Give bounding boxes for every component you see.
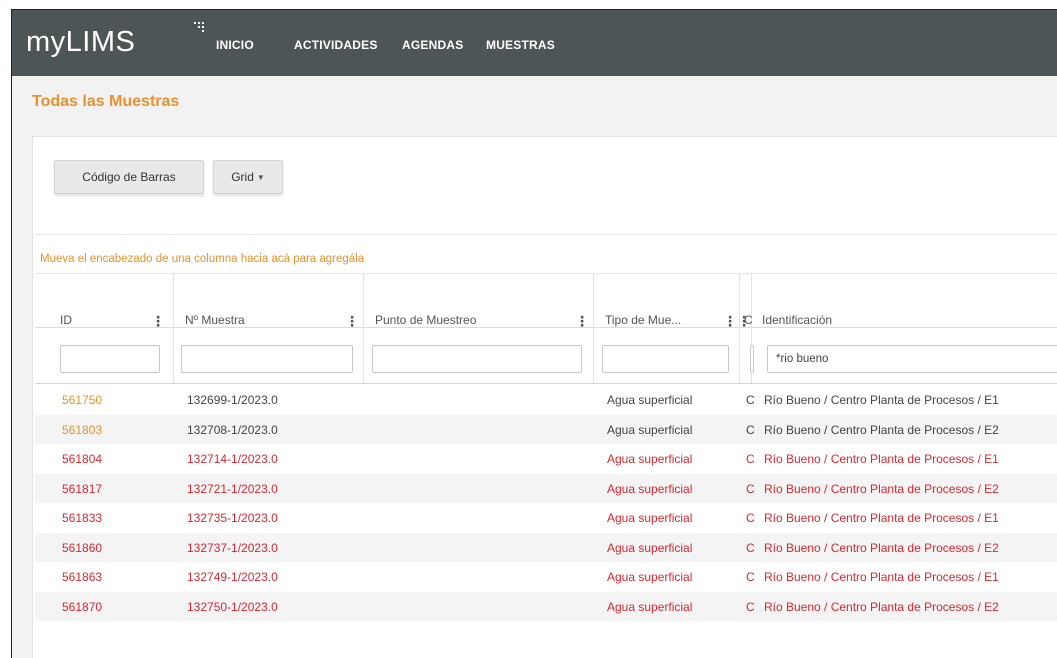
filter-id-input[interactable] xyxy=(60,345,160,373)
cell-identificacion: Río Bueno / Centro Planta de Procesos / … xyxy=(764,540,999,555)
cell-identificacion: Río Bueno / Centro Planta de Procesos / … xyxy=(764,599,999,614)
cell-n-muestra: 132714-1/2023.0 xyxy=(187,452,278,466)
cell-tipo-muestra: Agua superficial xyxy=(607,422,693,437)
cell-tipo-muestra: Agua superficial xyxy=(607,481,693,496)
cell-n-muestra: 132699-1/2023.0 xyxy=(187,393,278,407)
grid-dropdown-button[interactable]: Grid ▼ xyxy=(213,160,283,194)
table-row[interactable]: 561863 132749-1/2023.0 Agua superficial C Rí… xyxy=(35,562,1057,591)
cell-identificacion: Río Bueno / Centro Planta de Procesos / … xyxy=(764,570,999,584)
app-logo[interactable]: myLIMS xyxy=(26,26,135,59)
cell-c: C xyxy=(746,481,755,496)
nav-muestras[interactable]: MUESTRAS xyxy=(486,38,555,52)
cell-id[interactable]: 561803 xyxy=(62,423,102,437)
kebab-vertical-icon[interactable]: ⋮ xyxy=(345,313,359,330)
column-header-identificacion[interactable]: Identificación xyxy=(762,313,832,327)
column-header-tipo-muestra[interactable]: Tipo de Mue... xyxy=(605,313,681,327)
table-row[interactable]: 561803 132708-1/2023.0 Agua superficial C Rí… xyxy=(35,414,1057,444)
cell-n-muestra: 132708-1/2023.0 xyxy=(187,422,278,437)
barcode-button[interactable]: Código de Barras xyxy=(54,160,204,194)
cell-n-muestra: 132721-1/2023.0 xyxy=(187,481,278,496)
column-header-id[interactable]: ID xyxy=(60,313,72,327)
column-separator xyxy=(173,273,174,383)
cell-n-muestra: 132737-1/2023.0 xyxy=(187,540,278,555)
cell-tipo-muestra: Agua superficial xyxy=(607,452,693,466)
table-row[interactable]: 561833 132735-1/2023.0 Agua superficial C Rí… xyxy=(35,503,1057,532)
filter-n-muestra-input[interactable] xyxy=(181,345,353,373)
filter-identificacion-input[interactable] xyxy=(767,345,1057,373)
cell-tipo-muestra: Agua superficial xyxy=(607,393,693,407)
kebab-vertical-icon[interactable]: ⋮ xyxy=(575,313,589,330)
column-header-punto-muestreo[interactable]: Punto de Muestreo xyxy=(375,313,476,327)
cell-id[interactable]: 561860 xyxy=(62,541,102,555)
page-title: Todas las Muestras xyxy=(32,93,180,110)
cell-identificacion: Río Bueno / Centro Planta de Procesos / … xyxy=(764,393,999,407)
nav-actividades[interactable]: ACTIVIDADES xyxy=(294,38,378,52)
cell-c: C xyxy=(746,570,755,584)
cell-c: C xyxy=(746,452,755,466)
cell-identificacion: Río Bueno / Centro Planta de Procesos / … xyxy=(764,422,999,437)
cell-n-muestra: 132749-1/2023.0 xyxy=(187,570,278,584)
cell-id[interactable]: 561863 xyxy=(62,570,102,584)
cell-id[interactable]: 561817 xyxy=(62,482,102,496)
cell-id[interactable]: 561804 xyxy=(62,452,102,466)
barcode-button-label: Código de Barras xyxy=(82,170,176,184)
group-hint: Mueva el encabezado de una columna hacia… xyxy=(40,253,365,265)
column-header-n-muestra[interactable]: Nº Muestra xyxy=(185,313,245,327)
app-window: myLIMS INICIO ACTIVIDADES AGENDAS MUESTR… xyxy=(11,9,1057,658)
column-header-c[interactable]: C xyxy=(744,313,753,327)
cell-identificacion: Río Bueno / Centro Planta de Procesos / … xyxy=(764,481,999,496)
cell-identificacion: Río Bueno / Centro Planta de Procesos / … xyxy=(764,452,999,466)
cell-c: C xyxy=(746,540,755,555)
cell-n-muestra: 132735-1/2023.0 xyxy=(187,511,278,525)
cell-tipo-muestra: Agua superficial xyxy=(607,599,693,614)
cell-identificacion: Río Bueno / Centro Planta de Procesos / … xyxy=(764,511,999,525)
filter-row-divider xyxy=(35,383,1057,384)
cell-c: C xyxy=(746,511,755,525)
top-navbar: myLIMS INICIO ACTIVIDADES AGENDAS MUESTR… xyxy=(12,10,1057,76)
cell-tipo-muestra: Agua superficial xyxy=(607,511,693,525)
caret-down-icon: ▼ xyxy=(256,172,265,182)
cell-tipo-muestra: Agua superficial xyxy=(607,570,693,584)
table-row[interactable]: 561860 132737-1/2023.0 Agua superficial C Rí… xyxy=(35,532,1057,562)
kebab-vertical-icon[interactable]: ⋮ xyxy=(151,313,165,330)
column-separator xyxy=(593,273,594,383)
table-row[interactable]: 561870 132750-1/2023.0 Agua superficial C Rí… xyxy=(35,591,1057,621)
cell-id[interactable]: 561833 xyxy=(62,511,102,525)
cell-c: C xyxy=(746,599,755,614)
filter-punto-muestreo-input[interactable] xyxy=(372,345,582,373)
cell-c: C xyxy=(746,393,755,407)
cell-id[interactable]: 561870 xyxy=(62,600,102,614)
cell-n-muestra: 132750-1/2023.0 xyxy=(187,599,278,614)
filter-c-input[interactable] xyxy=(750,345,754,373)
filter-tipo-muestra-input[interactable] xyxy=(602,345,729,373)
logo-dots-icon xyxy=(194,22,204,32)
samples-panel: Código de Barras Grid ▼ Mueva el encabez… xyxy=(32,136,1057,658)
nav-agendas[interactable]: AGENDAS xyxy=(402,38,463,52)
grid-button-label: Grid xyxy=(231,170,254,184)
table-row[interactable]: 561804 132714-1/2023.0 Agua superficial C Rí… xyxy=(35,444,1057,473)
cell-tipo-muestra: Agua superficial xyxy=(607,540,693,555)
table-row[interactable]: 561817 132721-1/2023.0 Agua superficial C Rí… xyxy=(35,473,1057,503)
table-row[interactable]: 561750 132699-1/2023.0 Agua superficial C Rí… xyxy=(35,385,1057,414)
nav-inicio[interactable]: INICIO xyxy=(216,38,254,52)
cell-c: C xyxy=(746,422,755,437)
kebab-vertical-icon[interactable]: ⋮ xyxy=(723,313,737,330)
column-separator xyxy=(363,273,364,383)
cell-id[interactable]: 561750 xyxy=(62,393,102,407)
